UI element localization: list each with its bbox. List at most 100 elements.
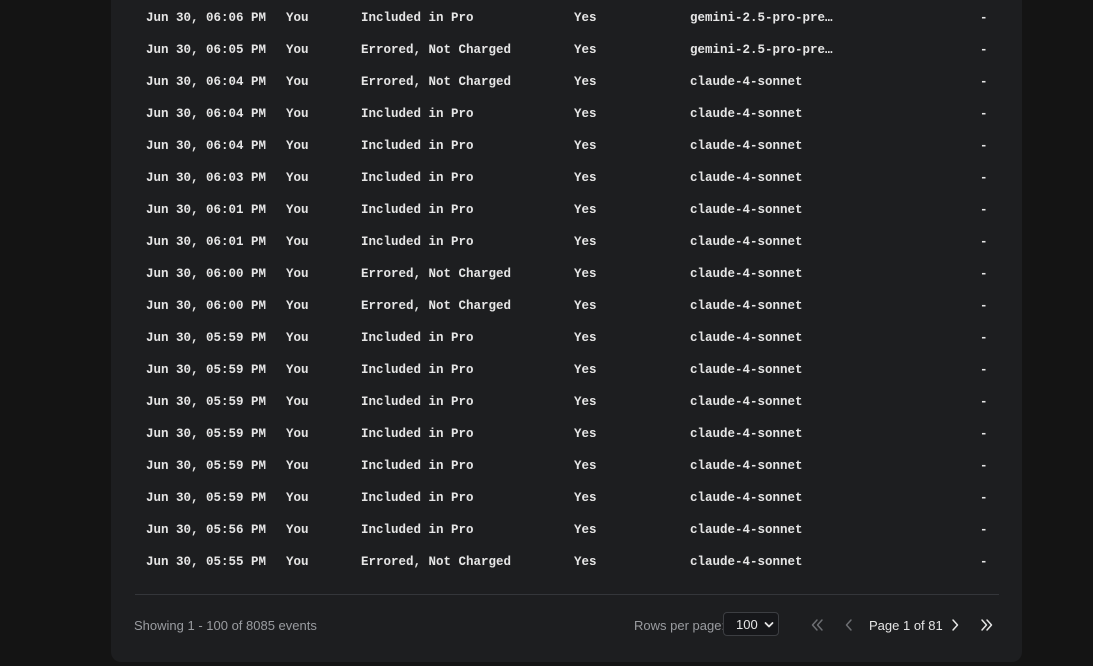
rows-per-page-select[interactable]: 100 <box>723 612 779 636</box>
cell-user: You <box>286 75 309 89</box>
cell-cost: - <box>980 11 988 25</box>
cell-kind: Included in Pro <box>361 139 474 153</box>
table-row: Jun 30, 06:06 PM You Included in Pro Yes gem… <box>111 2 1022 34</box>
cell-cost: - <box>980 235 988 249</box>
cell-date: Jun 30, 06:01 PM <box>146 235 267 249</box>
cell-user: You <box>286 459 309 473</box>
cell-max-mode: Yes <box>574 363 597 377</box>
table-row: Jun 30, 05:59 PM You Included in Pro Yes cla… <box>111 354 1022 386</box>
cell-user: You <box>286 363 309 377</box>
cell-kind: Errored, Not Charged <box>361 555 512 569</box>
cell-user: You <box>286 139 309 153</box>
cell-cost: - <box>980 331 988 345</box>
cell-max-mode: Yes <box>574 491 597 505</box>
page-indicator: Page 1 of 81 <box>869 618 943 633</box>
table-row: Jun 30, 05:56 PM You Included in Pro Yes cla… <box>111 514 1022 546</box>
cell-model: claude-4-sonnet <box>690 363 803 377</box>
last-page-button[interactable] <box>977 615 997 635</box>
cell-kind: Included in Pro <box>361 427 474 441</box>
cell-kind: Included in Pro <box>361 331 474 345</box>
cell-user: You <box>286 395 309 409</box>
table-row: Jun 30, 05:59 PM You Included in Pro Yes cla… <box>111 322 1022 354</box>
cell-max-mode: Yes <box>574 203 597 217</box>
cell-cost: - <box>980 171 988 185</box>
table-row: Jun 30, 05:59 PM You Included in Pro Yes cla… <box>111 386 1022 418</box>
rows-per-page-label: Rows per page: <box>634 618 726 633</box>
cell-date: Jun 30, 06:04 PM <box>146 75 267 89</box>
cell-date: Jun 30, 05:59 PM <box>146 331 267 345</box>
cell-model: claude-4-sonnet <box>690 203 803 217</box>
cell-model: claude-4-sonnet <box>690 267 803 281</box>
cell-date: Jun 30, 06:05 PM <box>146 43 267 57</box>
table-row: Jun 30, 06:00 PM You Errored, Not Charged Y… <box>111 258 1022 290</box>
cell-model: claude-4-sonnet <box>690 459 803 473</box>
table-row: Jun 30, 06:01 PM You Included in Pro Yes cla… <box>111 226 1022 258</box>
cell-kind: Included in Pro <box>361 203 474 217</box>
cell-cost: - <box>980 363 988 377</box>
cell-cost: - <box>980 555 988 569</box>
cell-cost: - <box>980 75 988 89</box>
cell-cost: - <box>980 299 988 313</box>
cell-max-mode: Yes <box>574 11 597 25</box>
cell-kind: Errored, Not Charged <box>361 299 512 313</box>
cell-user: You <box>286 171 309 185</box>
usage-table-body: Jun 30, 06:06 PM You Included in Pro Yes gem… <box>111 2 1022 578</box>
cell-cost: - <box>980 395 988 409</box>
cell-model: claude-4-sonnet <box>690 491 803 505</box>
cell-kind: Included in Pro <box>361 235 474 249</box>
cell-max-mode: Yes <box>574 555 597 569</box>
cell-user: You <box>286 267 309 281</box>
previous-page-button[interactable] <box>839 615 859 635</box>
cell-kind: Included in Pro <box>361 171 474 185</box>
cell-cost: - <box>980 43 988 57</box>
first-page-button[interactable] <box>807 615 827 635</box>
cell-user: You <box>286 299 309 313</box>
cell-user: You <box>286 107 309 121</box>
cell-max-mode: Yes <box>574 331 597 345</box>
table-row: Jun 30, 06:05 PM You Errored, Not Charged Y… <box>111 34 1022 66</box>
cell-date: Jun 30, 05:59 PM <box>146 491 267 505</box>
table-row: Jun 30, 06:04 PM You Errored, Not Charged Y… <box>111 66 1022 98</box>
cell-kind: Errored, Not Charged <box>361 75 512 89</box>
chevron-down-icon <box>764 622 774 628</box>
cell-cost: - <box>980 203 988 217</box>
cell-max-mode: Yes <box>574 395 597 409</box>
cell-max-mode: Yes <box>574 459 597 473</box>
table-row: Jun 30, 06:04 PM You Included in Pro Yes cla… <box>111 98 1022 130</box>
chevron-right-icon <box>952 619 959 631</box>
cell-model: claude-4-sonnet <box>690 427 803 441</box>
cell-max-mode: Yes <box>574 267 597 281</box>
cell-date: Jun 30, 05:55 PM <box>146 555 267 569</box>
cell-date: Jun 30, 06:00 PM <box>146 299 267 313</box>
table-row: Jun 30, 06:01 PM You Included in Pro Yes cla… <box>111 194 1022 226</box>
cell-cost: - <box>980 107 988 121</box>
cell-user: You <box>286 555 309 569</box>
cell-kind: Included in Pro <box>361 107 474 121</box>
cell-date: Jun 30, 05:59 PM <box>146 427 267 441</box>
cell-kind: Included in Pro <box>361 395 474 409</box>
cell-model: claude-4-sonnet <box>690 555 803 569</box>
table-row: Jun 30, 05:59 PM You Included in Pro Yes cla… <box>111 450 1022 482</box>
cell-max-mode: Yes <box>574 427 597 441</box>
cell-max-mode: Yes <box>574 299 597 313</box>
cell-model: claude-4-sonnet <box>690 299 803 313</box>
next-page-button[interactable] <box>945 615 965 635</box>
showing-count: Showing 1 - 100 of 8085 events <box>134 618 317 633</box>
cell-kind: Included in Pro <box>361 491 474 505</box>
cell-date: Jun 30, 06:04 PM <box>146 139 267 153</box>
cell-max-mode: Yes <box>574 43 597 57</box>
cell-cost: - <box>980 427 988 441</box>
cell-model: gemini-2.5-pro-prev… <box>690 43 840 57</box>
table-row: Jun 30, 06:03 PM You Included in Pro Yes cla… <box>111 162 1022 194</box>
cell-user: You <box>286 235 309 249</box>
chevrons-left-icon <box>811 619 823 631</box>
cell-cost: - <box>980 139 988 153</box>
table-row: Jun 30, 06:04 PM You Included in Pro Yes cla… <box>111 130 1022 162</box>
cell-date: Jun 30, 06:06 PM <box>146 11 267 25</box>
cell-date: Jun 30, 06:00 PM <box>146 267 267 281</box>
cell-kind: Errored, Not Charged <box>361 43 512 57</box>
table-row: Jun 30, 06:00 PM You Errored, Not Charged Y… <box>111 290 1022 322</box>
cell-date: Jun 30, 05:59 PM <box>146 363 267 377</box>
cell-date: Jun 30, 06:03 PM <box>146 171 267 185</box>
table-row: Jun 30, 05:59 PM You Included in Pro Yes cla… <box>111 418 1022 450</box>
